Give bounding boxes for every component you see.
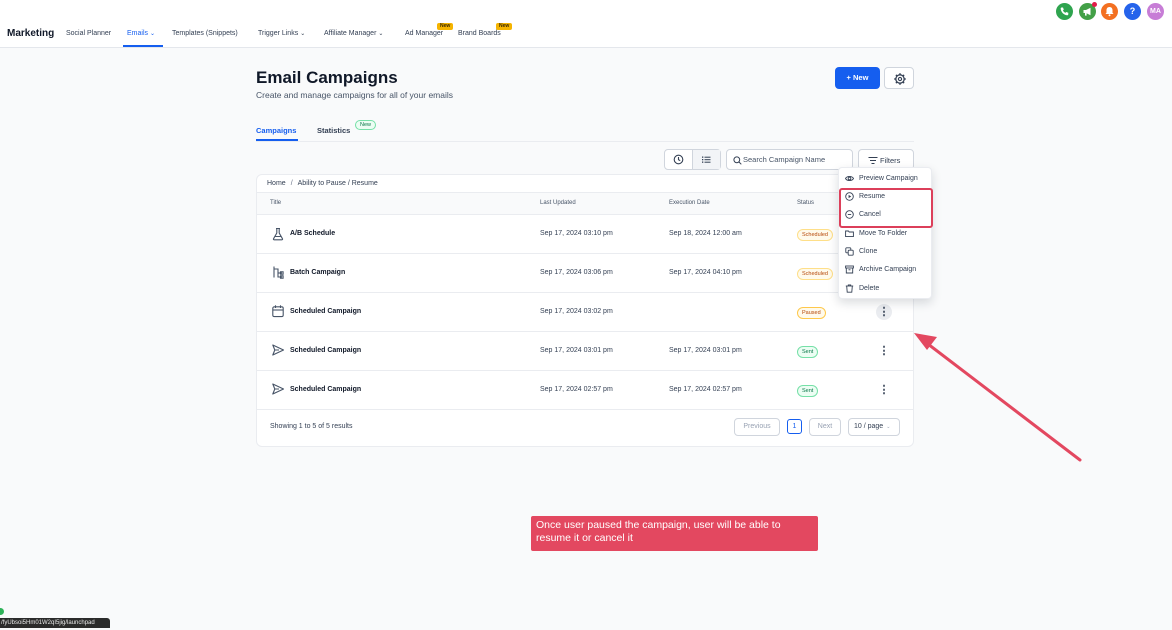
row-actions-button[interactable]: ⋮ — [876, 343, 892, 359]
calendar-icon — [272, 305, 284, 318]
avatar[interactable]: MA — [1147, 3, 1164, 20]
execution-date: Sep 17, 2024 02:57 pm — [669, 386, 742, 393]
last-updated: Sep 17, 2024 03:06 pm — [540, 269, 613, 276]
execution-date: Sep 18, 2024 12:00 am — [669, 230, 742, 237]
archive-icon — [845, 265, 854, 274]
breadcrumb: Home / Ability to Pause / Resume — [267, 180, 378, 187]
annotation-callout: Once user paused the campaign, user will… — [531, 516, 818, 551]
brand-title: Marketing — [7, 28, 55, 39]
status-indicator — [0, 608, 4, 615]
status-badge: Sent — [797, 385, 819, 397]
nav-active-indicator — [123, 45, 163, 47]
gear-icon — [894, 73, 906, 85]
last-updated: Sep 17, 2024 03:02 pm — [540, 308, 613, 315]
status-badge: Scheduled — [797, 229, 833, 241]
nav-trigger-links[interactable]: Trigger Links ⌄ — [258, 30, 305, 37]
clock-icon — [673, 154, 684, 165]
campaign-title[interactable]: Scheduled Campaign — [290, 347, 361, 354]
new-badge: New — [496, 23, 513, 30]
menu-preview-campaign[interactable]: Preview Campaign — [839, 170, 933, 188]
trash-icon — [845, 284, 854, 293]
new-badge: New — [437, 23, 454, 30]
eye-icon — [845, 176, 854, 181]
menu-clone[interactable]: Clone — [839, 243, 933, 261]
list-view-button[interactable] — [692, 150, 720, 169]
search-icon — [733, 156, 742, 165]
help-icon[interactable]: ? — [1124, 3, 1141, 20]
send-icon — [272, 344, 285, 356]
page-subtitle: Create and manage campaigns for all of y… — [256, 90, 454, 100]
page-size-select[interactable]: 10 / page ⌄ — [848, 418, 900, 436]
search-input[interactable] — [743, 152, 849, 167]
breadcrumb-current: Ability to Pause / Resume — [297, 180, 378, 187]
tab-active-indicator — [256, 139, 298, 141]
clock-view-button[interactable] — [665, 150, 692, 169]
chevron-down-icon: ⌄ — [378, 31, 384, 37]
column-execution-date: Execution Date — [669, 200, 710, 206]
list-icon — [702, 156, 711, 163]
breadcrumb-home[interactable]: Home — [267, 180, 286, 187]
column-title: Title — [270, 200, 282, 206]
new-badge: New — [355, 120, 377, 130]
row-actions-button[interactable]: ⋮ — [876, 382, 892, 398]
folder-icon — [845, 230, 854, 238]
menu-archive-campaign[interactable]: Archive Campaign — [839, 261, 933, 279]
status-bar-url: /fyUbsoi5Hm01W2qI5jig/launchpad — [0, 618, 110, 628]
bell-icon[interactable] — [1101, 3, 1118, 20]
menu-delete[interactable]: Delete — [839, 280, 933, 298]
nav-emails[interactable]: Emails ⌄ — [127, 30, 155, 37]
row-actions-button[interactable]: ⋮ — [876, 304, 892, 320]
last-updated: Sep 17, 2024 02:57 pm — [540, 386, 613, 393]
nav-social-planner[interactable]: Social Planner — [66, 30, 111, 37]
campaign-title[interactable]: Scheduled Campaign — [290, 386, 361, 393]
phone-icon[interactable] — [1056, 3, 1073, 20]
page-title: Email Campaigns — [256, 68, 398, 87]
last-updated: Sep 17, 2024 03:01 pm — [540, 347, 613, 354]
next-button[interactable]: Next — [809, 418, 841, 436]
filter-icon — [868, 157, 878, 164]
tabs-divider — [256, 141, 914, 142]
campaign-title[interactable]: Scheduled Campaign — [290, 308, 361, 315]
flask-icon — [272, 227, 284, 241]
nav-ad-manager[interactable]: Ad Manager — [405, 30, 443, 37]
chevron-down-icon: ⌄ — [886, 424, 891, 430]
page-1-button[interactable]: 1 — [787, 419, 802, 434]
status-badge: Scheduled — [797, 268, 833, 280]
execution-date: Sep 17, 2024 03:01 pm — [669, 347, 742, 354]
highlight-box — [839, 188, 933, 228]
nav-brand-boards[interactable]: Brand Boards — [458, 30, 501, 37]
branch-icon — [273, 266, 284, 279]
row-actions-menu: Preview Campaign Resume Cancel Move To F… — [838, 167, 932, 299]
top-nav: Marketing Social Planner Emails ⌄ Templat… — [0, 0, 1172, 48]
tab-campaigns[interactable]: Campaigns — [256, 126, 296, 135]
new-button[interactable]: + New — [835, 67, 880, 89]
status-badge: Sent — [797, 346, 819, 358]
campaign-title[interactable]: A/B Schedule — [290, 230, 335, 237]
status-badge: Paused — [797, 307, 826, 319]
notification-dot — [1092, 2, 1097, 7]
chevron-down-icon: ⌄ — [300, 31, 306, 37]
tab-statistics[interactable]: Statistics — [317, 126, 350, 135]
last-updated: Sep 17, 2024 03:10 pm — [540, 230, 613, 237]
nav-affiliate-manager[interactable]: Affiliate Manager ⌄ — [324, 30, 383, 37]
column-last-updated: Last Updated — [540, 200, 576, 206]
send-icon — [272, 383, 285, 395]
execution-date: Sep 17, 2024 04:10 pm — [669, 269, 742, 276]
previous-button[interactable]: Previous — [734, 418, 780, 436]
chevron-down-icon: ⌄ — [150, 31, 156, 37]
nav-templates[interactable]: Templates (Snippets) — [172, 30, 238, 37]
search-box — [726, 149, 853, 170]
settings-button[interactable] — [884, 67, 914, 89]
campaign-title[interactable]: Batch Campaign — [290, 269, 345, 276]
results-count: Showing 1 to 5 of 5 results — [270, 423, 353, 430]
table-header — [257, 192, 913, 215]
view-toggle — [664, 149, 721, 170]
column-status: Status — [797, 200, 815, 206]
copy-icon — [845, 247, 854, 256]
